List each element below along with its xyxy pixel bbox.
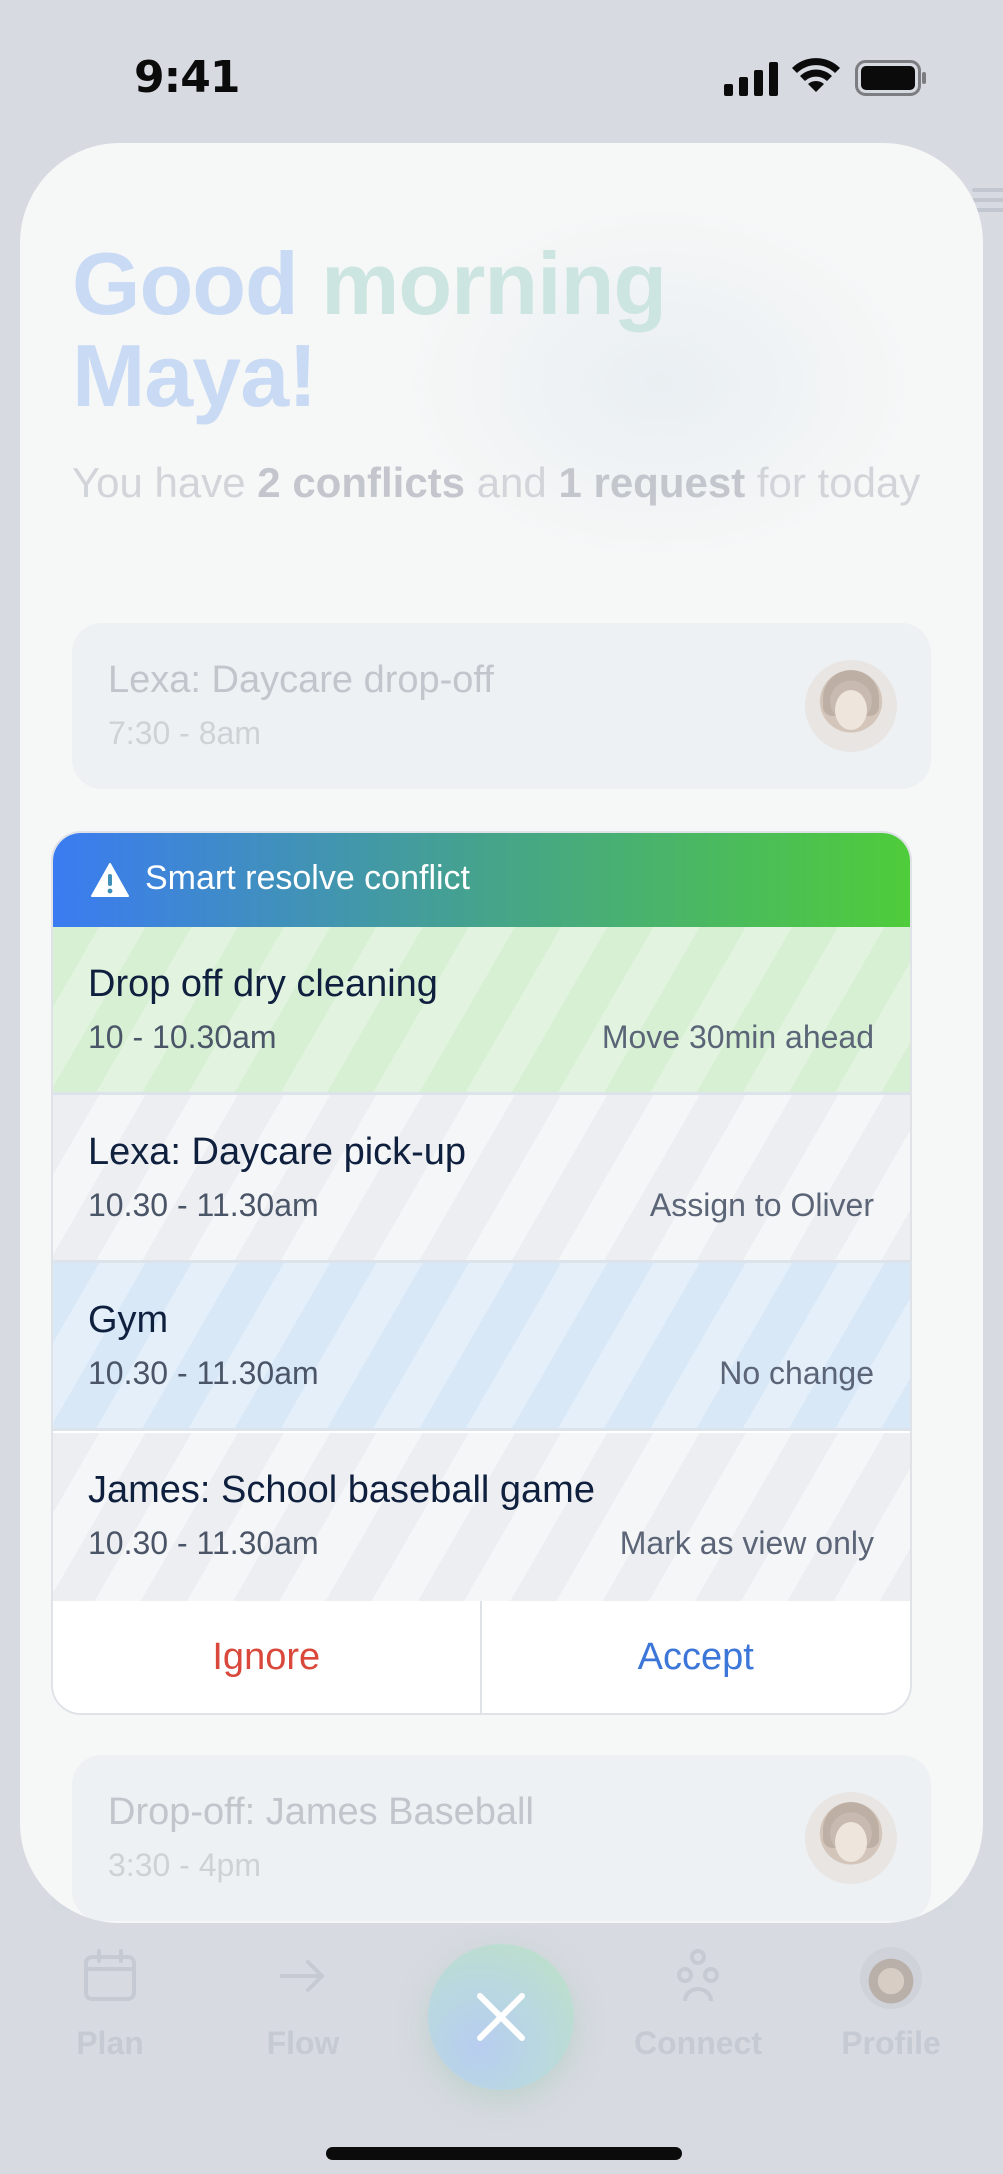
row-resolution: No change xyxy=(719,1355,874,1391)
conflict-row[interactable]: Lexa: Daycare pick-up 10.30 - 11.30am As… xyxy=(53,1095,910,1263)
greeting-name: Maya! xyxy=(72,326,317,425)
calendar-icon xyxy=(84,1949,136,2001)
row-time: 10.30 - 11.30am xyxy=(88,1187,319,1223)
summary-middle: and xyxy=(476,459,547,506)
greeting-word-morning: morning xyxy=(321,234,667,333)
row-time: 10 - 10.30am xyxy=(88,1019,277,1055)
ignore-button[interactable]: Ignore xyxy=(53,1601,482,1713)
row-title: Drop off dry cleaning xyxy=(88,963,438,1005)
row-resolution: Move 30min ahead xyxy=(601,1019,874,1055)
home-indicator xyxy=(326,2147,682,2160)
greeting-title: Good morning Maya! xyxy=(72,238,932,422)
tab-label: Profile xyxy=(841,2025,941,2061)
greeting-word-good: Good xyxy=(72,234,299,333)
close-icon xyxy=(477,1993,525,2041)
warning-icon xyxy=(91,863,129,897)
summary-prefix: You have xyxy=(72,459,246,506)
row-resolution: Assign to Oliver xyxy=(649,1187,874,1223)
tab-profile[interactable]: Profile xyxy=(816,1947,966,2062)
smart-resolve-conflict-card: Smart resolve conflict Drop off dry clea… xyxy=(51,831,912,1715)
conflict-row[interactable]: James: School baseball game 10.30 - 11.3… xyxy=(53,1433,910,1601)
tab-plan[interactable]: Plan xyxy=(35,1947,185,2062)
tab-label: Plan xyxy=(76,2025,144,2061)
summary-suffix: for today xyxy=(756,459,921,506)
row-title: Gym xyxy=(88,1299,169,1341)
row-resolution: Mark as view only xyxy=(619,1525,874,1561)
accept-button[interactable]: Accept xyxy=(482,1601,911,1713)
arrow-right-icon xyxy=(280,1960,324,1992)
row-title: James: School baseball game xyxy=(88,1469,595,1511)
conflict-header: Smart resolve conflict xyxy=(53,833,910,927)
avatar xyxy=(805,660,897,752)
event-title: Lexa: Daycare drop-off xyxy=(108,659,494,701)
event-time: 3:30 - 4pm xyxy=(108,1847,261,1883)
cellular-signal-icon xyxy=(724,62,778,96)
people-icon xyxy=(677,1949,719,2002)
row-time: 10.30 - 11.30am xyxy=(88,1355,319,1391)
tab-connect[interactable]: Connect xyxy=(623,1947,773,2062)
row-title: Lexa: Daycare pick-up xyxy=(88,1131,467,1173)
row-time: 10.30 - 11.30am xyxy=(88,1525,319,1561)
event-card-daycare-dropoff[interactable]: Lexa: Daycare drop-off 7:30 - 8am xyxy=(72,623,931,789)
status-bar: 9:41 xyxy=(0,0,1003,150)
tab-label: Flow xyxy=(266,2025,340,2061)
tab-label: Connect xyxy=(634,2025,762,2061)
avatar xyxy=(805,1792,897,1884)
event-time: 7:30 - 8am xyxy=(108,715,261,751)
conflict-actions: Ignore Accept xyxy=(53,1601,910,1713)
avatar xyxy=(860,1947,922,2009)
event-title: Drop-off: James Baseball xyxy=(108,1791,534,1833)
conflict-row[interactable]: Drop off dry cleaning 10 - 10.30am Move … xyxy=(53,927,910,1095)
event-card-baseball-dropoff[interactable]: Drop-off: James Baseball 3:30 - 4pm xyxy=(72,1755,931,1921)
daily-summary: You have 2 conflicts and 1 request for t… xyxy=(72,453,932,513)
wifi-icon xyxy=(792,58,840,92)
status-time: 9:41 xyxy=(134,52,240,103)
close-button[interactable] xyxy=(428,1944,574,2090)
summary-conflicts: 2 conflicts xyxy=(257,459,466,506)
battery-icon xyxy=(855,60,926,96)
tab-flow[interactable]: Flow xyxy=(228,1947,378,2062)
conflict-title: Smart resolve conflict xyxy=(145,859,470,897)
conflict-row[interactable]: Gym 10.30 - 11.30am No change xyxy=(53,1263,910,1431)
summary-requests: 1 request xyxy=(558,459,746,506)
